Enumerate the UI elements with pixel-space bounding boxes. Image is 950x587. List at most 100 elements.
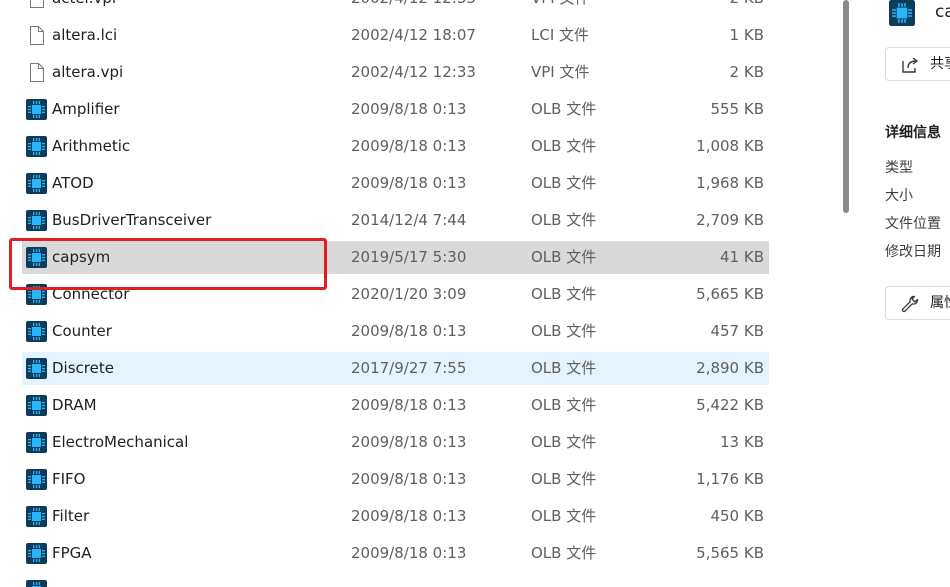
- file-size: 555 KB: [710, 100, 764, 118]
- olb-chip-icon: [26, 580, 47, 587]
- detail-label-type: 类型: [885, 160, 913, 176]
- olb-chip-icon: [26, 99, 47, 120]
- olb-chip-icon: [26, 136, 47, 157]
- file-size: 5,665 KB: [696, 285, 764, 303]
- file-size: 2,709 KB: [696, 211, 764, 229]
- properties-button-label: 属性: [930, 295, 950, 311]
- file-name: altera.vpi: [52, 63, 124, 81]
- file-date-modified: 2017/9/27 7:55: [351, 359, 467, 377]
- file-date-modified: 2020/1/20 3:09: [351, 285, 467, 303]
- file-name: actel.vpi: [52, 0, 116, 15]
- olb-chip-icon: [26, 210, 47, 231]
- file-type: OLB 文件: [531, 470, 597, 488]
- file-row[interactable]: Connector 2020/1/20 3:09 OLB 文件 5,665 KB: [22, 278, 769, 311]
- file-name: ATOD: [52, 174, 94, 192]
- file-type: OLB 文件: [531, 137, 597, 155]
- file-size: 41 KB: [720, 248, 764, 266]
- olb-chip-icon: [26, 432, 47, 453]
- file-date-modified: 2009/8/18 0:13: [351, 544, 467, 562]
- file-type: OLB 文件: [531, 248, 597, 266]
- file-date-modified: 2019/5/17 5:30: [351, 248, 467, 266]
- file-size: 1 KB: [729, 26, 764, 44]
- generic-file-icon: [30, 26, 44, 45]
- generic-file-icon: [30, 0, 44, 8]
- file-date-modified: 2009/8/18 0:13: [351, 507, 467, 525]
- file-type: VPI 文件: [531, 0, 590, 15]
- file-date-modified: 2002/4/12 12:33: [351, 0, 476, 15]
- file-name: Connector: [52, 285, 130, 303]
- file-name: Filter: [52, 507, 90, 525]
- olb-chip-icon: [26, 173, 47, 194]
- file-name: capsym: [52, 248, 111, 266]
- olb-chip-icon: [26, 506, 47, 527]
- file-row[interactable]: ATOD 2009/8/18 0:13 OLB 文件 1,968 KB: [22, 167, 769, 200]
- file-row[interactable]: Discrete 2017/9/27 7:55 OLB 文件 2,890 KB: [22, 352, 769, 385]
- olb-chip-icon: [26, 358, 47, 379]
- file-date-modified: 2009/8/18 0:13: [351, 433, 467, 451]
- details-pane: ca 共享 详细信息 类型 大小 文件位置 修改日期 属性: [850, 0, 950, 587]
- file-name: Arithmetic: [52, 137, 131, 155]
- file-row[interactable]: BusDriverTransceiver 2014/12/4 7:44 OLB 文件…: [22, 204, 769, 237]
- file-date-modified: 2009/8/18 0:13: [351, 396, 467, 414]
- file-date-modified: 2009/8/18 0:13: [351, 174, 467, 192]
- file-name: altera.lci: [52, 26, 118, 44]
- file-type: OLB 文件: [531, 359, 597, 377]
- file-name: Discrete: [52, 359, 114, 377]
- file-list: actel.vpi2002/4/12 12:33VPI 文件2 KBaltera…: [0, 0, 842, 587]
- olb-chip-icon: [26, 395, 47, 416]
- detail-label-size: 大小: [885, 188, 913, 204]
- file-size: 2 KB: [729, 63, 764, 81]
- file-row[interactable]: [22, 574, 769, 587]
- file-type: OLB 文件: [531, 322, 597, 340]
- file-row[interactable]: Amplifier 2009/8/18 0:13 OLB 文件 555 KB: [22, 93, 769, 126]
- olb-chip-icon: [26, 543, 47, 564]
- scrollbar-thumb[interactable]: [843, 0, 849, 213]
- file-row[interactable]: DRAM 2009/8/18 0:13 OLB 文件 5,422 KB: [22, 389, 769, 422]
- file-type: LCI 文件: [531, 26, 590, 44]
- file-type: OLB 文件: [531, 544, 597, 562]
- file-explorer-window: actel.vpi2002/4/12 12:33VPI 文件2 KBaltera…: [0, 0, 950, 587]
- file-row[interactable]: altera.vpi 2002/4/12 12:33 VPI 文件 2 KB: [22, 56, 769, 89]
- file-row[interactable]: FPGA 2009/8/18 0:13 OLB 文件 5,565 KB: [22, 537, 769, 570]
- file-size: 1,176 KB: [696, 470, 764, 488]
- file-type: OLB 文件: [531, 396, 597, 414]
- file-name: FIFO: [52, 470, 86, 488]
- olb-chip-icon: [26, 469, 47, 490]
- properties-button[interactable]: 属性: [885, 286, 950, 320]
- file-name: DRAM: [52, 396, 97, 414]
- file-name: Amplifier: [52, 100, 120, 118]
- file-row[interactable]: actel.vpi 2002/4/12 12:33 VPI 文件 2 KB: [22, 0, 769, 15]
- file-row[interactable]: Counter 2009/8/18 0:13 OLB 文件 457 KB: [22, 315, 769, 348]
- file-size: 13 KB: [720, 433, 764, 451]
- file-row[interactable]: Filter 2009/8/18 0:13 OLB 文件 450 KB: [22, 500, 769, 533]
- file-size: 450 KB: [710, 507, 764, 525]
- file-name: Counter: [52, 322, 112, 340]
- file-row[interactable]: Arithmetic 2009/8/18 0:13 OLB 文件 1,008 KB: [22, 130, 769, 163]
- share-button-label: 共享: [930, 56, 950, 72]
- file-type: VPI 文件: [531, 63, 590, 81]
- share-icon: [902, 57, 919, 73]
- file-date-modified: 2014/12/4 7:44: [351, 211, 467, 229]
- file-date-modified: 2009/8/18 0:13: [351, 322, 467, 340]
- file-date-modified: 2002/4/12 12:33: [351, 63, 476, 81]
- file-date-modified: 2009/8/18 0:13: [351, 100, 467, 118]
- file-size: 5,565 KB: [696, 544, 764, 562]
- file-size: 2,890 KB: [696, 359, 764, 377]
- file-size: 5,422 KB: [696, 396, 764, 414]
- details-file-title: ca: [935, 2, 950, 22]
- detail-label-modified: 修改日期: [885, 244, 941, 260]
- file-row[interactable]: capsym 2019/5/17 5:30 OLB 文件 41 KB: [22, 241, 769, 274]
- olb-chip-icon: [26, 321, 47, 342]
- share-button[interactable]: 共享: [885, 47, 950, 81]
- file-type: OLB 文件: [531, 433, 597, 451]
- file-row[interactable]: FIFO 2009/8/18 0:13 OLB 文件 1,176 KB: [22, 463, 769, 496]
- details-heading: 详细信息: [885, 125, 941, 141]
- file-size: 1,968 KB: [696, 174, 764, 192]
- generic-file-icon: [30, 63, 44, 82]
- file-type: OLB 文件: [531, 174, 597, 192]
- detail-label-location: 文件位置: [885, 216, 941, 232]
- file-row[interactable]: altera.lci 2002/4/12 18:07 LCI 文件 1 KB: [22, 19, 769, 52]
- file-date-modified: 2002/4/12 18:07: [351, 26, 476, 44]
- file-name: BusDriverTransceiver: [52, 211, 212, 229]
- file-row[interactable]: ElectroMechanical 2009/8/18 0:13 OLB 文件 13 …: [22, 426, 769, 459]
